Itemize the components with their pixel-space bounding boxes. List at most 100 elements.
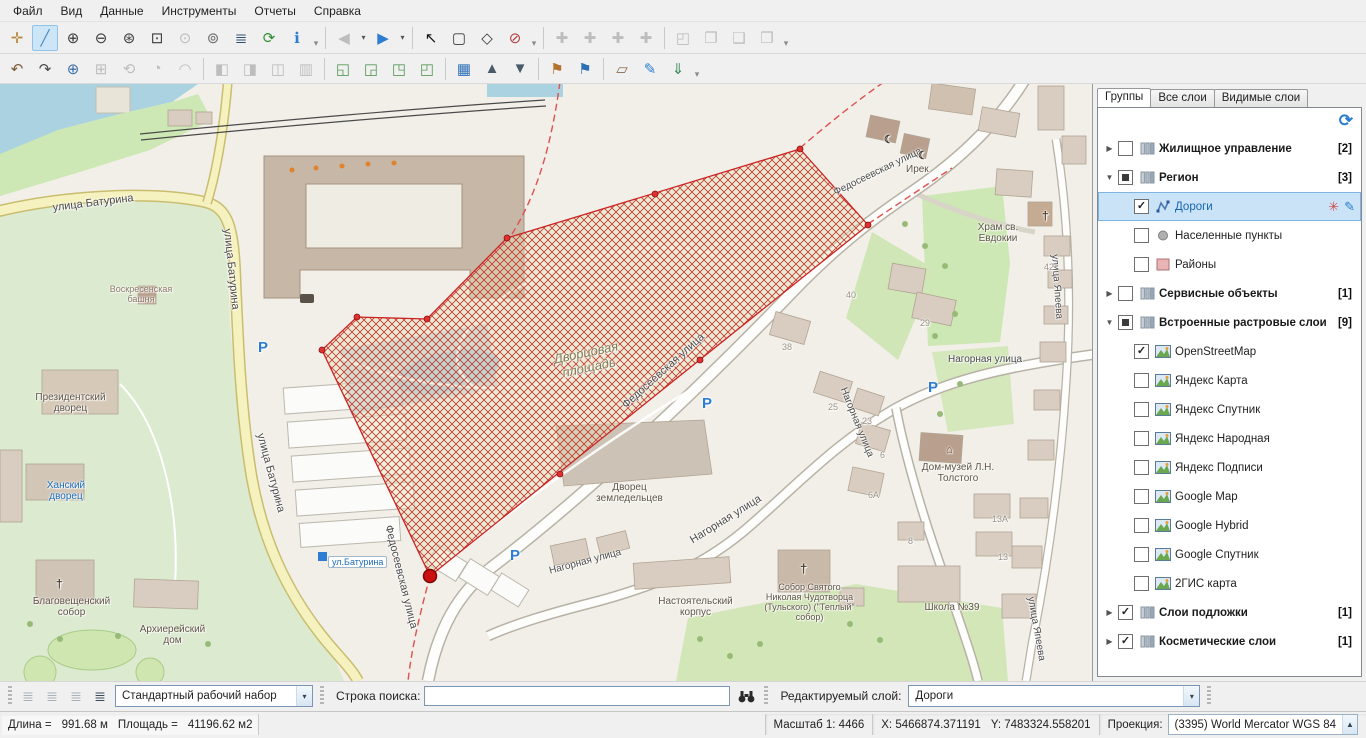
- refresh-map-tool[interactable]: ⟳: [256, 25, 282, 51]
- layer-row-16[interactable]: ▶Слои подложки[1]: [1098, 598, 1361, 627]
- layer-checkbox[interactable]: [1134, 431, 1149, 446]
- select-rectangle-tool[interactable]: ▢: [446, 25, 472, 51]
- layer-row-6[interactable]: ▼Встроенные растровые слои[9]: [1098, 308, 1361, 337]
- menu-item-5[interactable]: Справка: [305, 1, 370, 21]
- layer-checkbox[interactable]: [1118, 605, 1133, 620]
- layer-checkbox[interactable]: [1134, 460, 1149, 475]
- pan-tool[interactable]: ✛: [4, 25, 30, 51]
- editable-layer-select[interactable]: Дороги ▾: [908, 685, 1200, 707]
- expander-icon[interactable]: ▶: [1102, 144, 1117, 153]
- layer-row-0[interactable]: ▶Жилищное управление[2]: [1098, 134, 1361, 163]
- active-vertex[interactable]: [424, 570, 437, 583]
- layer-row-7[interactable]: OpenStreetMap: [1098, 337, 1361, 366]
- attribute-table-tool[interactable]: ▦: [451, 56, 477, 82]
- refresh-layers-icon[interactable]: ⟳: [1339, 111, 1353, 131]
- menu-item-3[interactable]: Инструменты: [153, 1, 246, 21]
- layer-row-14[interactable]: Google Спутник: [1098, 540, 1361, 569]
- bookmark-add-tool[interactable]: ⚑: [544, 56, 570, 82]
- layer-checkbox[interactable]: [1134, 402, 1149, 417]
- layer-down-tool[interactable]: ▼: [507, 56, 533, 82]
- toolbar-overflow-button[interactable]: ▾: [781, 25, 791, 50]
- expander-icon[interactable]: ▼: [1102, 173, 1117, 182]
- rotate-ccw-tool[interactable]: ↶: [4, 56, 30, 82]
- layer-checkbox[interactable]: [1134, 518, 1149, 533]
- info-tool[interactable]: ℹ: [284, 25, 310, 51]
- layer-row-3[interactable]: Населенные пункты: [1098, 221, 1361, 250]
- layer-row-12[interactable]: Google Map: [1098, 482, 1361, 511]
- measure-length-tool[interactable]: ╱: [32, 25, 58, 51]
- clear-selection-tool[interactable]: ⊘: [502, 25, 528, 51]
- layer-row-17[interactable]: ▶Косметические слои[1]: [1098, 627, 1361, 656]
- toolbar-overflow-button[interactable]: ▾: [529, 25, 539, 50]
- nav-back-button-dropdown[interactable]: ▾: [358, 26, 369, 50]
- erase-tool[interactable]: ▱: [609, 56, 635, 82]
- layer-checkbox[interactable]: [1134, 373, 1149, 388]
- workspace-layers-button-3[interactable]: ≣: [65, 685, 87, 707]
- rotate-cw-tool[interactable]: ↷: [32, 56, 58, 82]
- find-button[interactable]: [732, 683, 760, 709]
- layer-checkbox[interactable]: [1134, 228, 1149, 243]
- workspace-layers-button-2[interactable]: ≣: [41, 685, 63, 707]
- menu-item-2[interactable]: Данные: [91, 1, 152, 21]
- chevron-down-icon[interactable]: ▾: [296, 686, 312, 706]
- chevron-down-icon[interactable]: ▾: [1183, 686, 1199, 706]
- workspace-select[interactable]: Стандартный рабочий набор ▾: [115, 685, 313, 707]
- layer-checkbox[interactable]: [1118, 170, 1133, 185]
- layer-checkbox[interactable]: [1118, 315, 1133, 330]
- layer-row-8[interactable]: Яндекс Карта: [1098, 366, 1361, 395]
- expander-icon[interactable]: ▶: [1102, 637, 1117, 646]
- layer-row-15[interactable]: 2ГИС карта: [1098, 569, 1361, 598]
- style-editor-tool[interactable]: ✎: [637, 56, 663, 82]
- select-polygon-tool[interactable]: ◇: [474, 25, 500, 51]
- layer-checkbox[interactable]: [1134, 489, 1149, 504]
- zoom-window-tool[interactable]: ⊡: [144, 25, 170, 51]
- toolbar-overflow-button[interactable]: ▾: [692, 56, 702, 81]
- workspace-layers-button-1[interactable]: ≣: [17, 685, 39, 707]
- layer-row-4[interactable]: Районы: [1098, 250, 1361, 279]
- layer-row-10[interactable]: Яндекс Народная: [1098, 424, 1361, 453]
- zoom-selected-tool[interactable]: ⊚: [200, 25, 226, 51]
- projection-select[interactable]: (3395) World Mercator WGS 84 ▲: [1168, 714, 1358, 735]
- snowflake-icon[interactable]: ✳: [1328, 199, 1339, 215]
- expander-icon[interactable]: ▼: [1102, 318, 1117, 327]
- menu-item-4[interactable]: Отчеты: [245, 1, 304, 21]
- layer-checkbox[interactable]: [1118, 286, 1133, 301]
- select-tool[interactable]: ↖: [418, 25, 444, 51]
- layer-row-2[interactable]: Дороги✳✎: [1098, 192, 1361, 221]
- layer-checkbox[interactable]: [1134, 576, 1149, 591]
- menu-item-1[interactable]: Вид: [52, 1, 92, 21]
- edit-layer-icon[interactable]: ✎: [1344, 199, 1355, 215]
- layer-up-tool[interactable]: ▲: [479, 56, 505, 82]
- search-input[interactable]: [424, 686, 730, 706]
- layer-row-13[interactable]: Google Hybrid: [1098, 511, 1361, 540]
- workspace-layers-button-4[interactable]: ≣: [89, 685, 111, 707]
- save-edits-tool[interactable]: ⇓: [665, 56, 691, 82]
- map-viewport[interactable]: улица Батуринаулица Батуринаулица Батури…: [0, 84, 1093, 681]
- bookmark-go-tool[interactable]: ⚑: [572, 56, 598, 82]
- zoom-all-tool[interactable]: ⊛: [116, 25, 142, 51]
- layout-1-tool[interactable]: ◱: [330, 56, 356, 82]
- layer-checkbox[interactable]: [1118, 141, 1133, 156]
- layer-checkbox[interactable]: [1134, 547, 1149, 562]
- menu-item-0[interactable]: Файл: [4, 1, 52, 21]
- layer-checkbox[interactable]: [1118, 634, 1133, 649]
- layers-visibility-tool[interactable]: ≣: [228, 25, 254, 51]
- expander-icon[interactable]: ▶: [1102, 289, 1117, 298]
- layer-row-5[interactable]: ▶Сервисные объекты[1]: [1098, 279, 1361, 308]
- chevron-up-icon[interactable]: ▲: [1342, 715, 1357, 734]
- nav-forward-button[interactable]: ▶: [370, 25, 396, 51]
- layer-checkbox[interactable]: [1134, 344, 1149, 359]
- zoom-in-tool[interactable]: ⊕: [60, 25, 86, 51]
- layout-2-tool[interactable]: ◲: [358, 56, 384, 82]
- expander-icon[interactable]: ▶: [1102, 608, 1117, 617]
- zoom-out-tool[interactable]: ⊖: [88, 25, 114, 51]
- tab-1[interactable]: Все слои: [1150, 89, 1214, 107]
- layer-row-11[interactable]: Яндекс Подписи: [1098, 453, 1361, 482]
- layer-row-1[interactable]: ▼Регион[3]: [1098, 163, 1361, 192]
- tab-0[interactable]: Группы: [1097, 88, 1151, 107]
- layout-3-tool[interactable]: ◳: [386, 56, 412, 82]
- nav-forward-button-dropdown[interactable]: ▾: [397, 26, 408, 50]
- layout-4-tool[interactable]: ◰: [414, 56, 440, 82]
- layer-row-9[interactable]: Яндекс Спутник: [1098, 395, 1361, 424]
- layer-checkbox[interactable]: [1134, 199, 1149, 214]
